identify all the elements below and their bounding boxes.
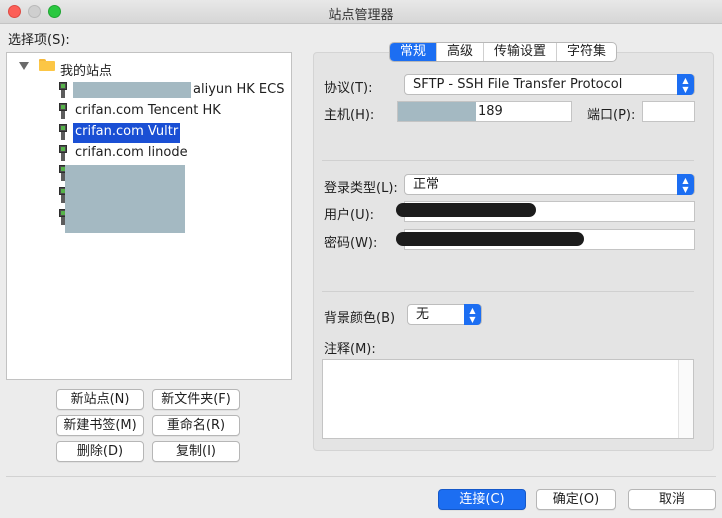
site-item-linode[interactable]: crifan.com linode: [57, 143, 287, 163]
site-item-redacted[interactable]: [57, 163, 287, 235]
user-label: 用户(U):: [324, 208, 375, 223]
window-title: 站点管理器: [328, 8, 394, 23]
updown-arrows-icon: ▲ ▼: [677, 174, 694, 195]
site-item-label: crifan.com Tencent HK: [75, 103, 221, 118]
redacted-scribble: [396, 203, 536, 217]
protocol-value: SFTP - SSH File Transfer Protocol: [413, 77, 623, 92]
comments-textarea[interactable]: [322, 359, 694, 439]
server-icon: [59, 124, 67, 140]
password-label: 密码(W):: [324, 236, 378, 251]
comments-label: 注释(M):: [324, 342, 376, 357]
updown-arrows-icon: ▲ ▼: [464, 304, 481, 325]
section-divider: [322, 291, 694, 292]
site-item-label: aliyun HK ECS: [193, 82, 285, 97]
port-input[interactable]: [642, 101, 695, 122]
site-tree-root[interactable]: 我的站点: [60, 60, 112, 79]
logon-type-label: 登录类型(L):: [324, 181, 398, 196]
redacted-region: [73, 82, 191, 98]
site-tree-label: 选择项(S):: [8, 33, 70, 48]
logon-type-value: 正常: [413, 177, 440, 192]
new-site-button[interactable]: 新站点(N): [56, 389, 144, 410]
updown-arrows-icon: ▲ ▼: [677, 74, 694, 95]
title-bar: 站点管理器: [0, 0, 722, 24]
host-label: 主机(H):: [324, 108, 375, 123]
connect-button[interactable]: 连接(C): [438, 489, 526, 510]
tab-general[interactable]: 常规: [390, 43, 438, 61]
server-icon: [59, 145, 67, 161]
cancel-button[interactable]: 取消: [628, 489, 716, 510]
site-tree[interactable]: 我的站点 aliyun HK ECS crifan.com Tencent HK…: [6, 52, 292, 380]
redacted-region: [65, 165, 185, 233]
server-icon: [59, 82, 67, 98]
site-item-aliyun[interactable]: aliyun HK ECS: [57, 80, 287, 100]
scrollbar[interactable]: [678, 360, 693, 438]
tab-transfer-settings[interactable]: 传输设置: [484, 43, 558, 61]
tab-advanced[interactable]: 高级: [437, 43, 485, 61]
logon-type-select[interactable]: 正常 ▲ ▼: [404, 174, 695, 195]
rename-button[interactable]: 重命名(R): [152, 415, 240, 436]
redacted-scribble: [396, 232, 584, 246]
section-divider: [322, 160, 694, 161]
site-item-vultr[interactable]: crifan.com Vultr: [57, 122, 287, 143]
protocol-label: 协议(T):: [324, 81, 373, 96]
new-bookmark-button[interactable]: 新建书签(M): [56, 415, 144, 436]
delete-button[interactable]: 删除(D): [56, 441, 144, 462]
redacted-region: [398, 102, 476, 121]
site-item-label: crifan.com linode: [75, 145, 188, 160]
tab-charset[interactable]: 字符集: [557, 43, 616, 61]
new-folder-button[interactable]: 新文件夹(F): [152, 389, 240, 410]
duplicate-button[interactable]: 复制(I): [152, 441, 240, 462]
folder-icon: [39, 59, 55, 71]
disclosure-triangle-icon[interactable]: [19, 62, 29, 70]
footer-divider: [6, 476, 716, 477]
ok-button[interactable]: 确定(O): [536, 489, 616, 510]
bgcolor-label: 背景颜色(B): [324, 311, 396, 326]
server-icon: [59, 103, 67, 119]
port-label: 端口(P):: [587, 108, 636, 123]
site-item-label: crifan.com Vultr: [73, 123, 181, 143]
site-item-tencent[interactable]: crifan.com Tencent HK: [57, 101, 287, 121]
bgcolor-select[interactable]: 无 ▲ ▼: [407, 304, 482, 325]
settings-tabs: 常规 高级 传输设置 字符集: [389, 42, 618, 62]
protocol-select[interactable]: SFTP - SSH File Transfer Protocol ▲ ▼: [404, 74, 695, 95]
bgcolor-value: 无: [416, 307, 430, 322]
